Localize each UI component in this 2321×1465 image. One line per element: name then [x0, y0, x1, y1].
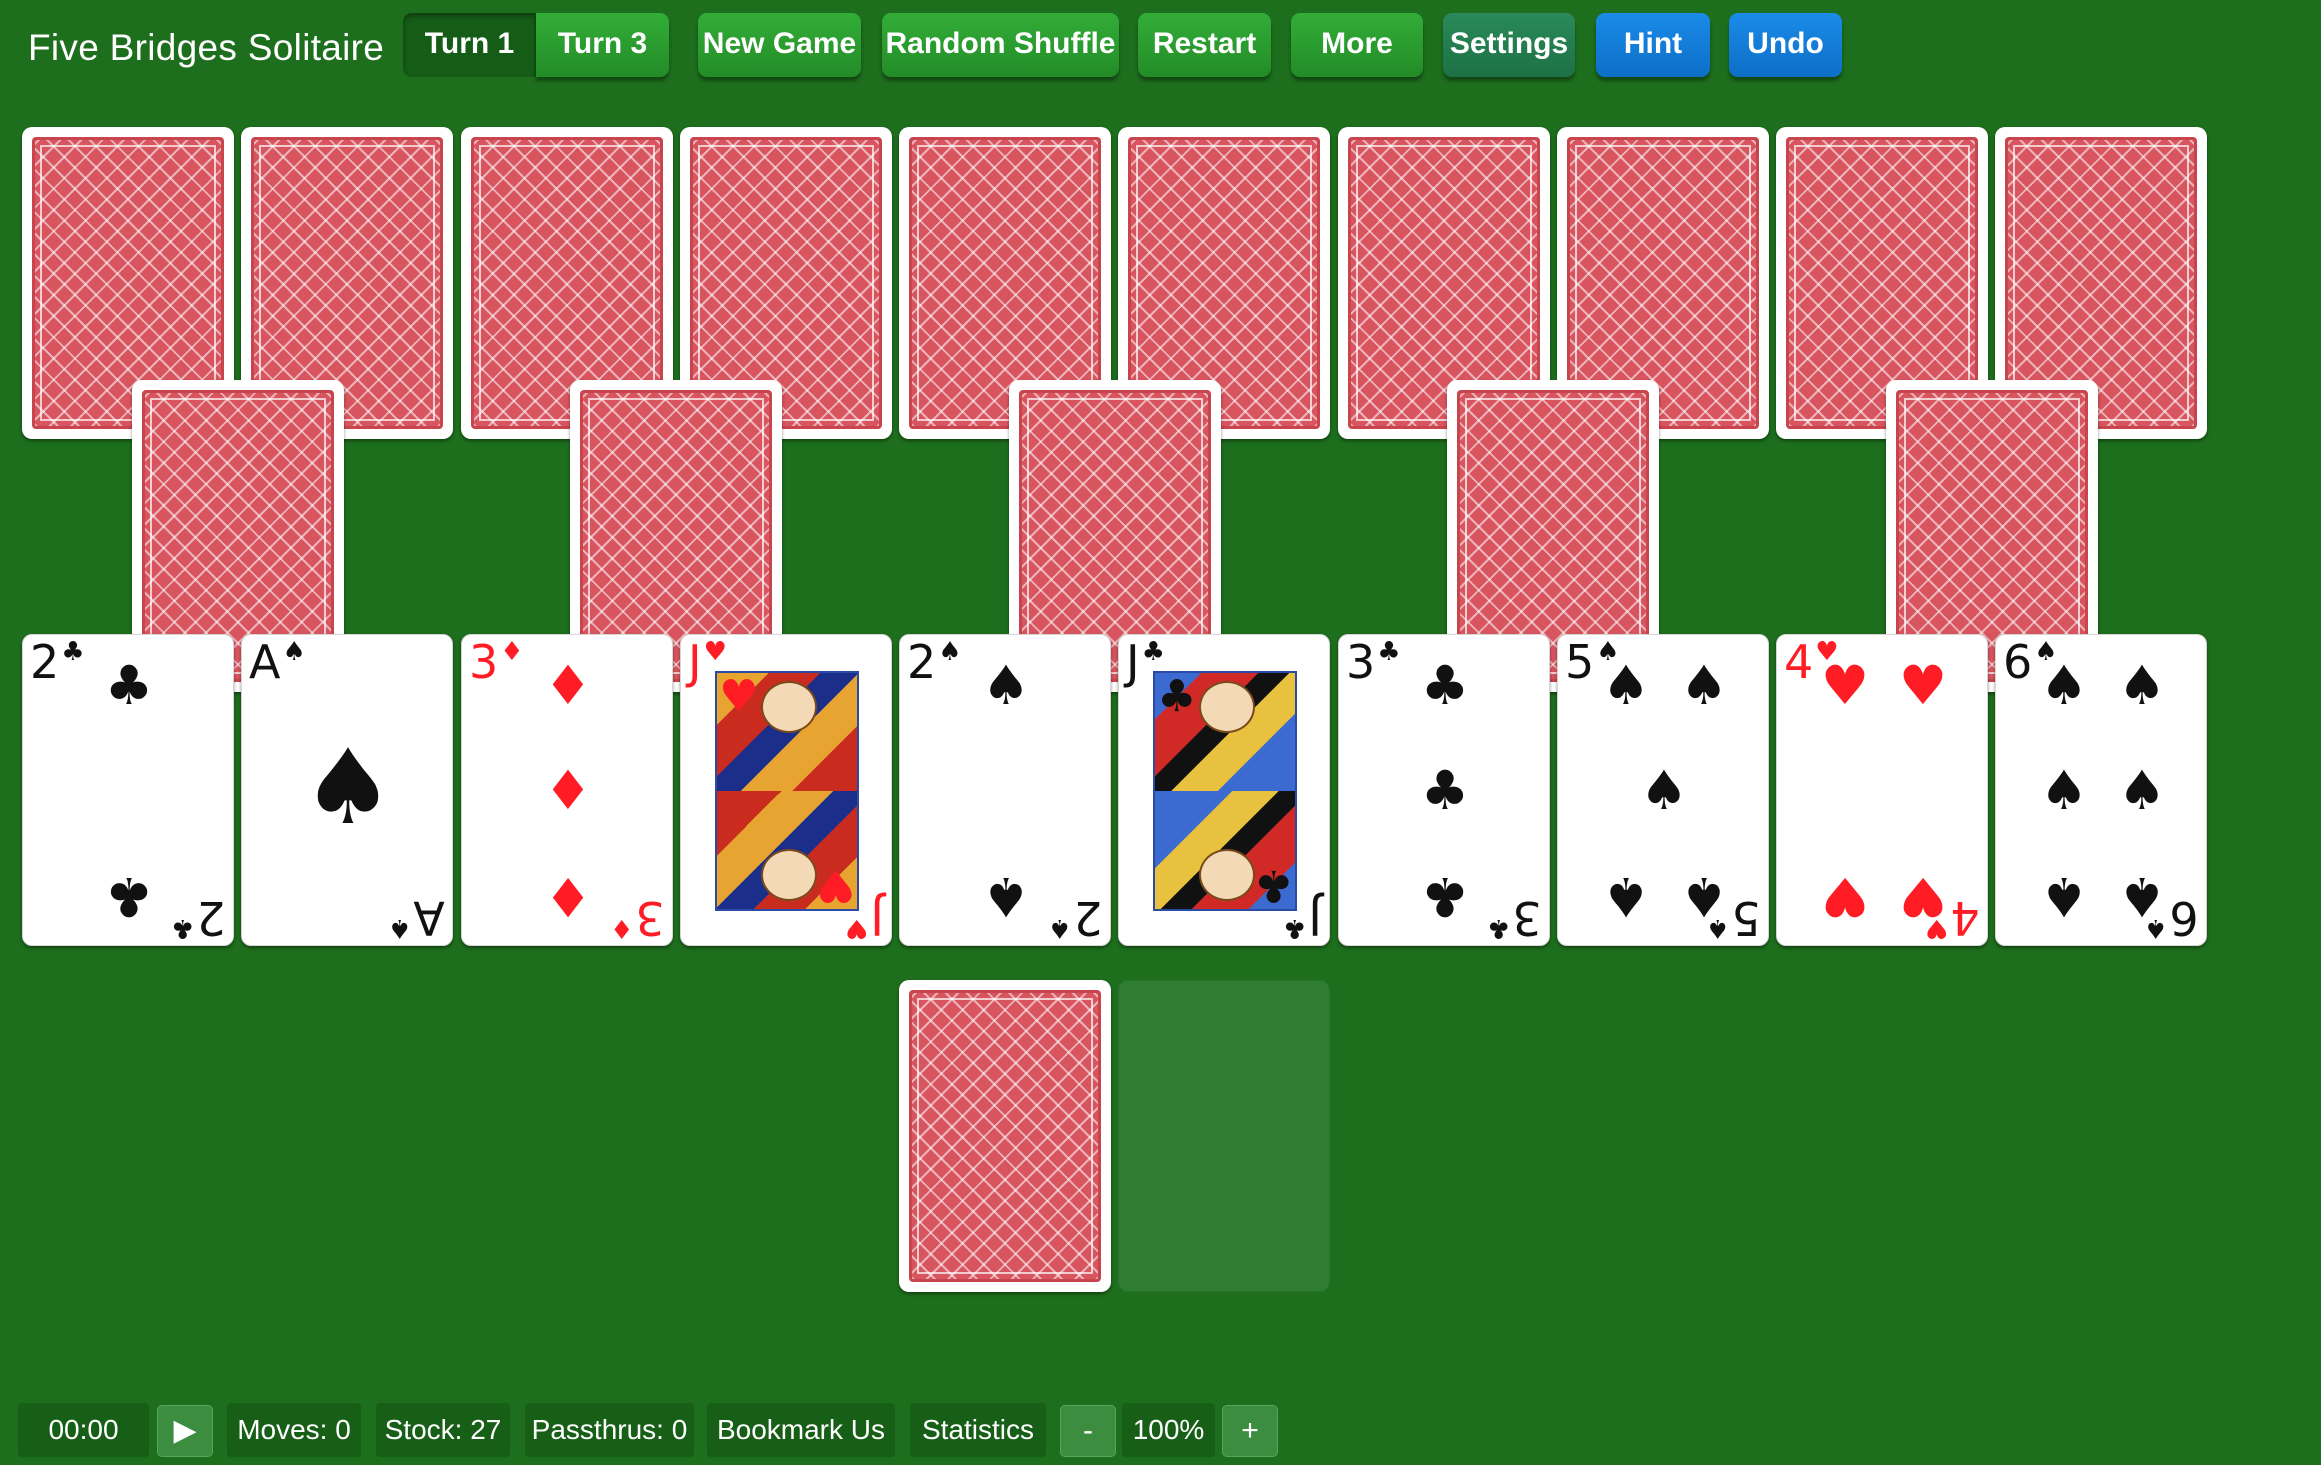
spade-icon: ♠ [2039, 759, 2089, 822]
club-icon: ♣ [171, 913, 195, 943]
club-icon: ♣ [1283, 913, 1307, 943]
club-icon: ♣ [104, 865, 154, 928]
card-rank: A [249, 635, 281, 689]
jack-portrait: ♣ ♣ [1153, 671, 1297, 911]
card-rank: J [870, 891, 884, 945]
spade-icon: ♠ [1679, 654, 1729, 717]
diamond-icon: ♦ [543, 654, 593, 717]
tableau-card-4[interactable]: J ♥ ♥ ♥ J ♥ [680, 634, 892, 946]
spade-icon: ♠ [2117, 654, 2167, 717]
app-title: Five Bridges Solitaire [28, 27, 385, 68]
diamond-icon: ♦ [500, 637, 524, 667]
club-icon: ♣ [1141, 637, 1165, 667]
spade-icon: ♠ [388, 913, 412, 943]
zoom-out-button[interactable]: - [1060, 1405, 1116, 1457]
card-rank: 5 [1731, 891, 1761, 945]
tableau-card-2[interactable]: A ♠ ♠ A ♠ [241, 634, 453, 946]
card-rank: 2 [907, 635, 937, 689]
club-icon: ♣ [1157, 671, 1197, 722]
card-rank: J [688, 635, 702, 689]
spade-icon: ♠ [282, 637, 306, 667]
card-rank: 4 [1950, 891, 1980, 945]
spade-icon: ♠ [1601, 654, 1651, 717]
spade-icon: ♠ [2039, 865, 2089, 928]
heart-icon: ♥ [1925, 913, 1949, 943]
spade-icon: ♠ [2039, 654, 2089, 717]
heart-icon: ♥ [703, 637, 727, 667]
spade-icon: ♠ [1639, 759, 1689, 822]
card-rank: 2 [196, 891, 226, 945]
spade-icon: ♠ [1601, 865, 1651, 928]
heart-icon: ♥ [1820, 865, 1870, 928]
timer: 00:00 [18, 1403, 149, 1457]
zoom-in-button[interactable]: + [1222, 1405, 1278, 1457]
heart-icon: ♥ [1898, 654, 1948, 717]
diamond-icon: ♦ [543, 865, 593, 928]
turn-1-button[interactable]: Turn 1 [403, 13, 536, 77]
hint-button[interactable]: Hint [1596, 13, 1710, 77]
spade-icon: ♠ [2117, 759, 2167, 822]
tableau-card-6[interactable]: J ♣ ♣ ♣ J ♣ [1118, 634, 1330, 946]
tableau-card-1[interactable]: 2 ♣ ♣ ♣ 2 ♣ [22, 634, 234, 946]
moves-counter: Moves: 0 [227, 1403, 361, 1457]
random-shuffle-button[interactable]: Random Shuffle [882, 13, 1119, 77]
spade-icon: ♠ [981, 865, 1031, 928]
club-icon: ♣ [1420, 865, 1470, 928]
tableau-card-3[interactable]: 3 ♦ ♦ ♦ ♦ 3 ♦ [461, 634, 673, 946]
card-rank: 5 [1565, 635, 1595, 689]
club-icon: ♣ [1420, 654, 1470, 717]
heart-icon: ♥ [1820, 654, 1870, 717]
club-icon: ♣ [104, 654, 154, 717]
jack-portrait: ♥ ♥ [715, 671, 859, 911]
diamond-icon: ♦ [543, 759, 593, 822]
heart-icon: ♥ [845, 913, 869, 943]
restart-button[interactable]: Restart [1138, 13, 1271, 77]
spade-icon: ♠ [301, 726, 395, 848]
tableau-card-7[interactable]: 3 ♣ ♣ ♣ ♣ 3 ♣ [1338, 634, 1550, 946]
tableau-card-10[interactable]: 6 ♠ ♠ ♠ ♠ ♠ ♠ ♠ 6 ♠ [1995, 634, 2207, 946]
club-icon: ♣ [1377, 637, 1401, 667]
waste-pile[interactable] [1118, 980, 1330, 1292]
card-rank: 3 [1346, 635, 1376, 689]
card-rank: 3 [635, 891, 665, 945]
card-rank: 3 [469, 635, 499, 689]
new-game-button[interactable]: New Game [698, 13, 861, 77]
statistics-button[interactable]: Statistics [910, 1403, 1046, 1457]
club-icon: ♣ [1420, 759, 1470, 822]
card-rank: 4 [1784, 635, 1814, 689]
heart-icon: ♥ [719, 671, 759, 722]
tableau-card-5[interactable]: 2 ♠ ♠ ♠ 2 ♠ [899, 634, 1111, 946]
card-rank: 6 [2003, 635, 2033, 689]
stock-counter: Stock: 27 [376, 1403, 510, 1457]
turn-3-button[interactable]: Turn 3 [536, 13, 669, 77]
club-icon: ♣ [1487, 913, 1511, 943]
more-button[interactable]: More [1291, 13, 1423, 77]
tableau-card-9[interactable]: 4 ♥ ♥ ♥ ♥ ♥ 4 ♥ [1776, 634, 1988, 946]
spade-icon: ♠ [981, 654, 1031, 717]
spade-icon: ♠ [2144, 913, 2168, 943]
card-rank: 2 [30, 635, 60, 689]
diamond-icon: ♦ [610, 913, 634, 943]
undo-button[interactable]: Undo [1729, 13, 1842, 77]
card-rank: 2 [1073, 891, 1103, 945]
card-rank: J [1126, 635, 1140, 689]
zoom-level: 100% [1122, 1403, 1215, 1457]
spade-icon: ♠ [1706, 913, 1730, 943]
spade-icon: ♠ [938, 637, 962, 667]
play-icon[interactable]: ▶ [157, 1405, 213, 1457]
card-rank: J [1308, 891, 1322, 945]
spade-icon: ♠ [1048, 913, 1072, 943]
bookmark-button[interactable]: Bookmark Us [707, 1403, 895, 1457]
settings-button[interactable]: Settings [1443, 13, 1575, 77]
stock-pile[interactable] [899, 980, 1111, 1292]
club-icon: ♣ [61, 637, 85, 667]
card-rank: 6 [2169, 891, 2199, 945]
card-rank: 3 [1512, 891, 1542, 945]
tableau-card-8[interactable]: 5 ♠ ♠ ♠ ♠ ♠ ♠ 5 ♠ [1557, 634, 1769, 946]
passthrus-counter: Passthrus: 0 [525, 1403, 694, 1457]
card-rank: A [413, 891, 445, 945]
